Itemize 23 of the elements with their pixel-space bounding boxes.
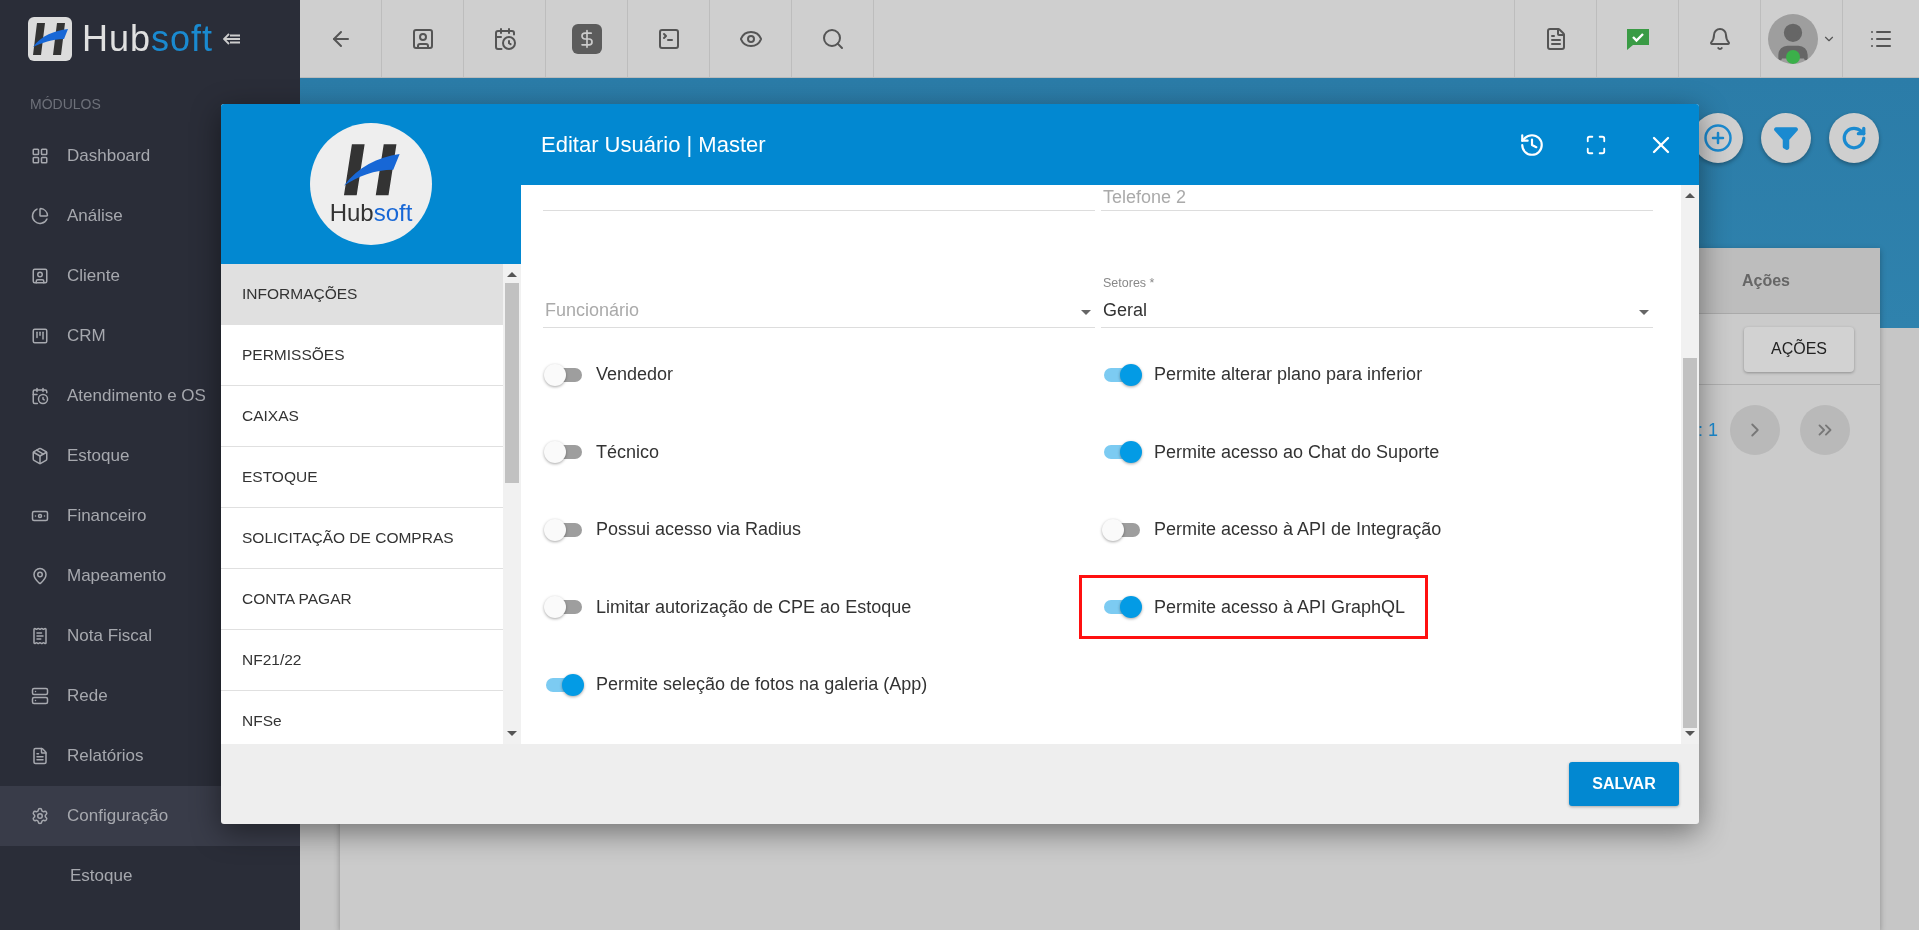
toggle-label: Permite alterar plano para inferior [1154,364,1423,386]
sidebar-subitem[interactable]: Estoque [0,846,300,906]
select-field[interactable]: Setores * Geral [1101,266,1653,328]
brand-name: Hubsoft [82,18,214,60]
toggle-label: Permite acesso ao Chat do Suporte [1154,441,1440,463]
toggle-label: Vendedor [596,364,674,386]
sidebar-item[interactable]: Análise [0,186,300,246]
sidebar-item[interactable]: Relatórios [0,726,300,786]
toggle-label: Permite acesso à API de Integração [1154,519,1442,541]
section-heading: MÓDULOS [29,96,102,114]
toggle-label: Permite acesso à API GraphQL [1154,596,1406,618]
toggle-label: Possui acesso via Radius [596,519,802,541]
toggle-label: Limitar autorização de CPE ao Estoque [596,596,912,618]
menu-item[interactable]: INFORMAÇÕES [221,264,503,325]
brand-name: Hubsoft [329,199,413,227]
toggle-label: Técnico [596,441,660,463]
save-button[interactable]: SALVAR [1569,762,1679,806]
column-header: Ações [1741,271,1790,290]
sidebar-item[interactable]: Dashboard [0,126,300,186]
toggle-label: Permite seleção de fotos na galeria (App) [596,674,928,696]
dialog-title: Editar Usuário | Master [541,131,767,158]
page-number: : 1 [1698,419,1718,441]
actions-button[interactable]: AÇÕES [1744,326,1854,372]
